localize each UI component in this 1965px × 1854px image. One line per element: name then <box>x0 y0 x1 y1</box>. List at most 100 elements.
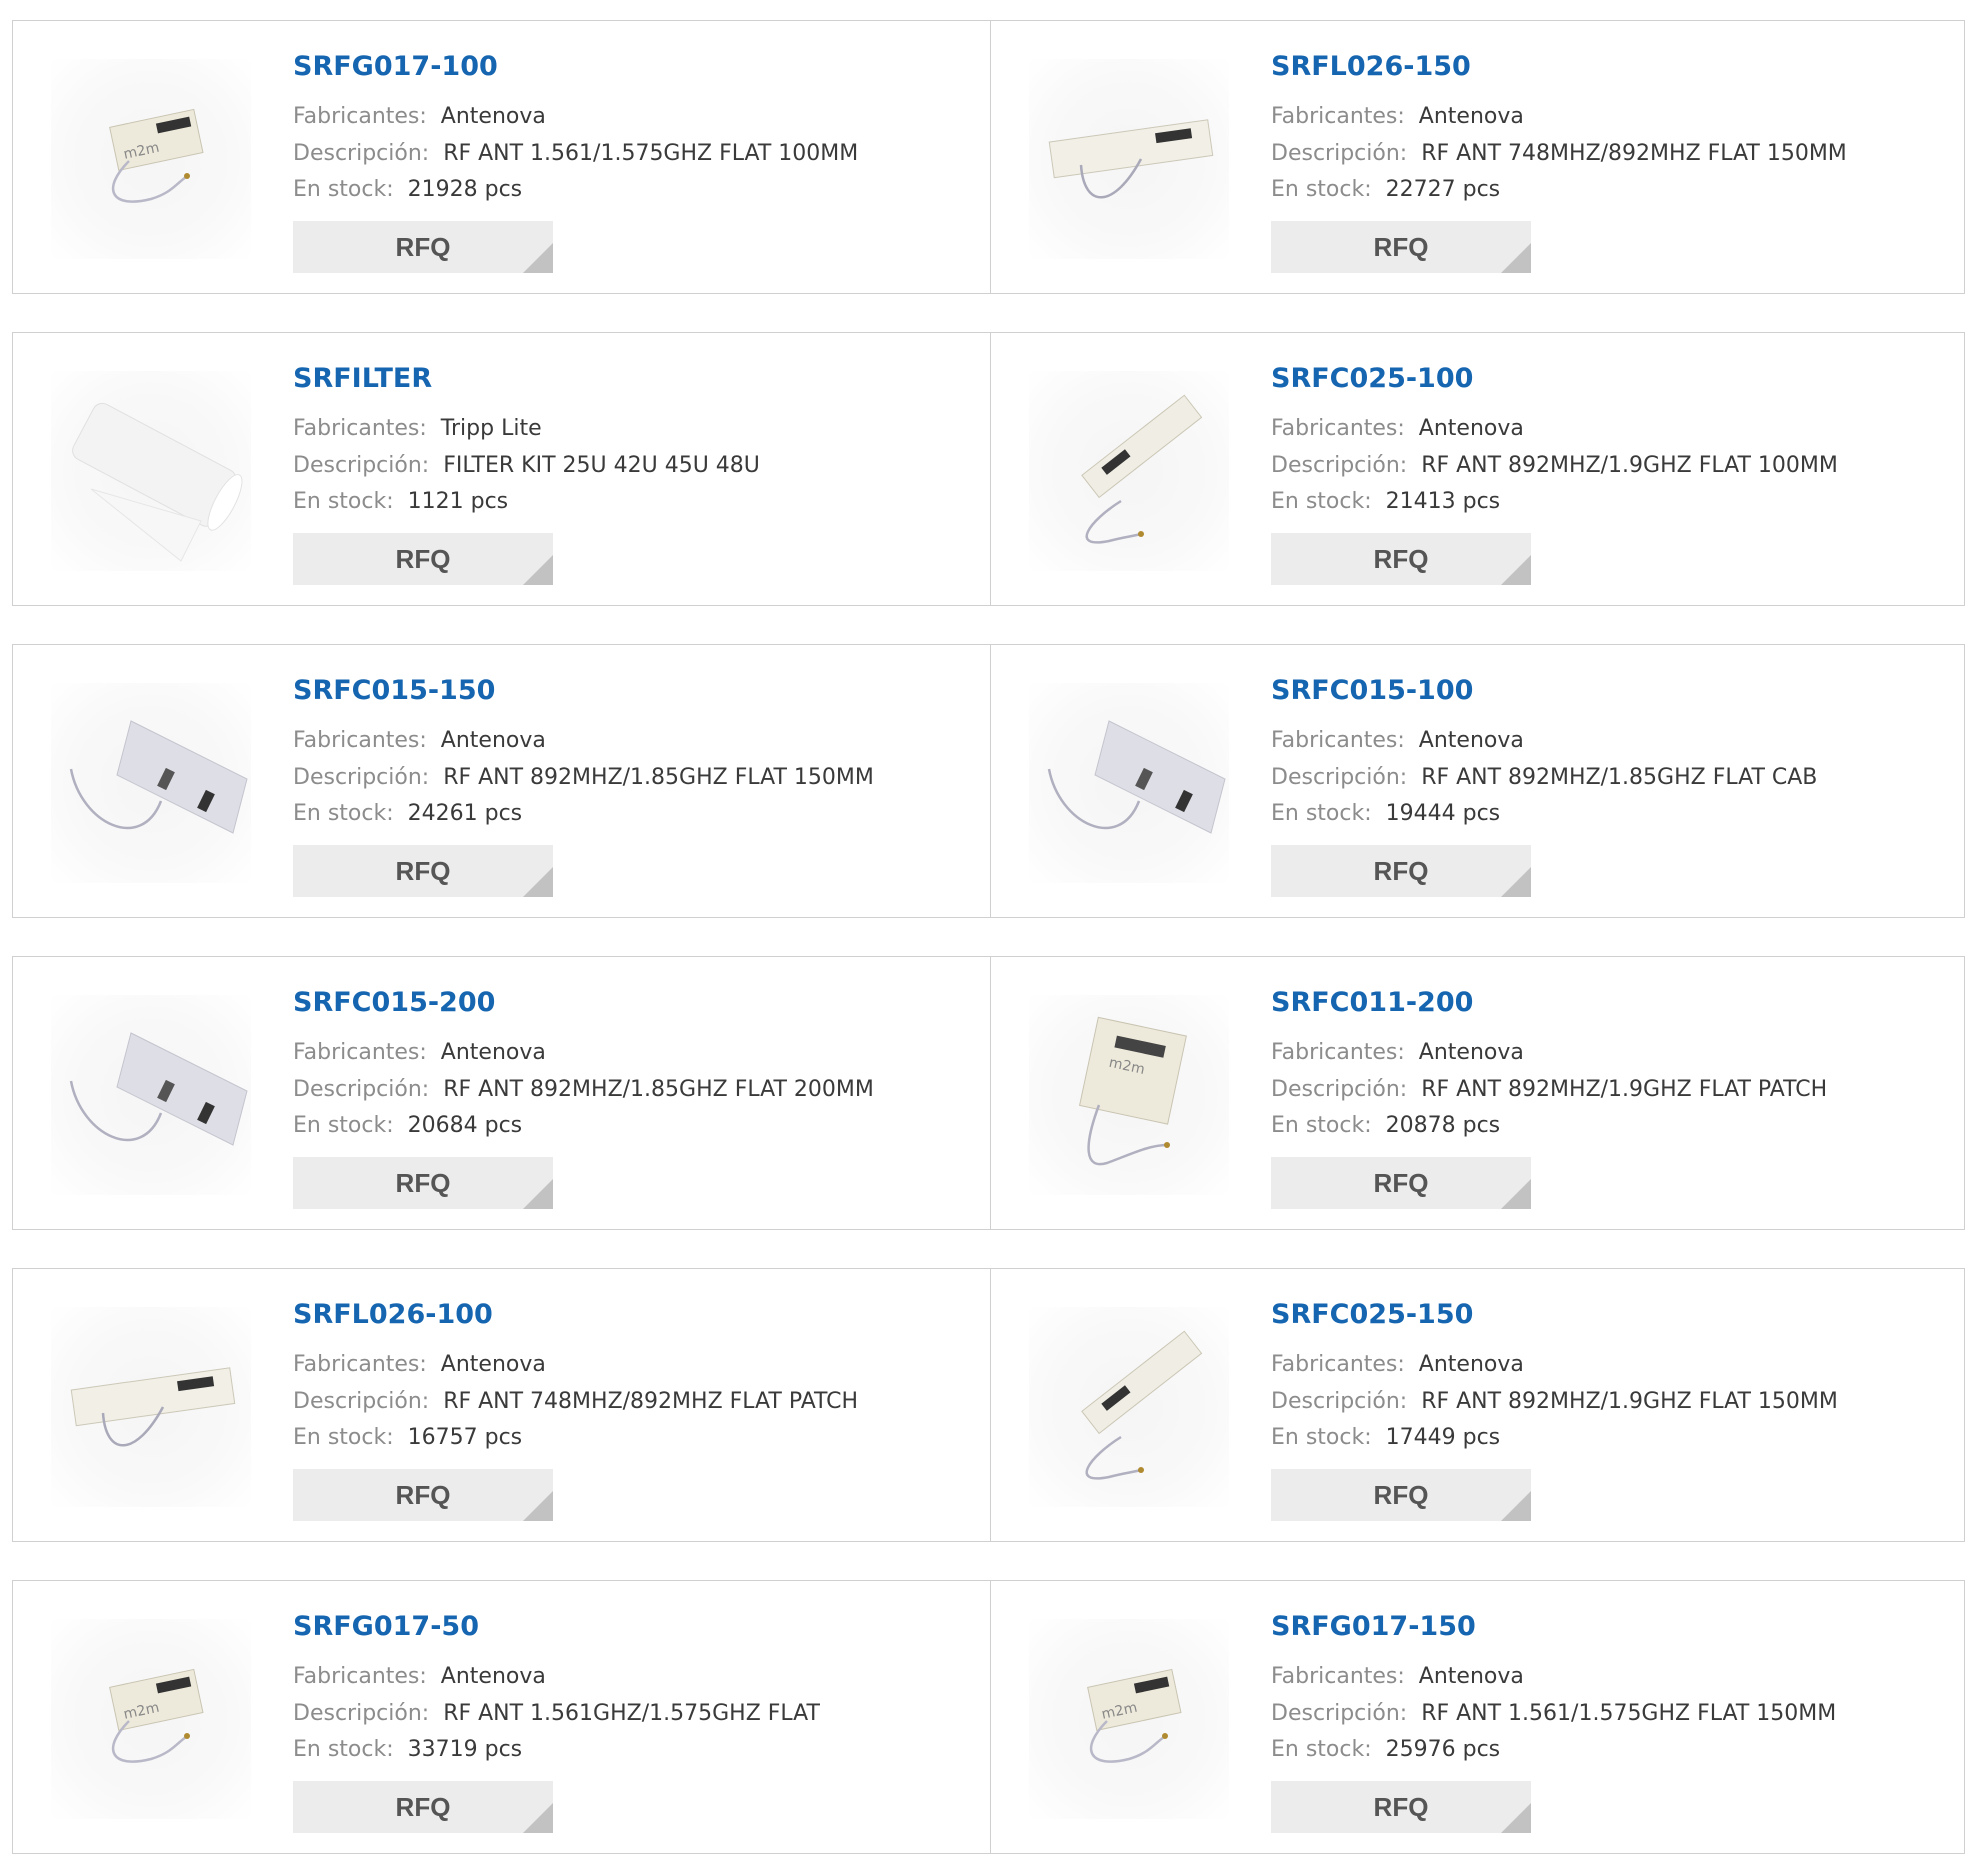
product-title-link[interactable]: SRFC015-200 <box>293 987 495 1018</box>
product-image[interactable] <box>1029 1307 1229 1507</box>
product-image[interactable] <box>1029 59 1229 259</box>
rfq-button[interactable]: RFQ <box>293 533 553 585</box>
product-image[interactable]: m2m <box>1029 995 1229 1195</box>
description-value: RF ANT 748MHZ/892MHZ FLAT 150MM <box>1421 141 1847 166</box>
stock-value: 25976 pcs <box>1385 1737 1501 1762</box>
manufacturer-value: Antenova <box>440 728 546 753</box>
description-line: Descripción: RF ANT 892MHZ/1.85GHZ FLAT 1… <box>293 764 874 792</box>
description-label: Descripción: <box>293 1389 430 1414</box>
product-card: SRFC025-150 Fabricantes: Antenova Descrip… <box>990 1268 1965 1542</box>
description-value: RF ANT 892MHZ/1.9GHZ FLAT 100MM <box>1421 453 1838 478</box>
product-row: m2m SRFG017-50 Fabricantes: Antenova Desc… <box>12 1580 1965 1854</box>
manufacturer-value: Antenova <box>1418 104 1524 129</box>
rfq-label: RFQ <box>1373 544 1429 574</box>
manufacturer-line: Fabricantes: Antenova <box>1271 1039 1524 1067</box>
rfq-label: RFQ <box>1373 232 1429 262</box>
stock-line: En stock: 20878 pcs <box>1271 1112 1500 1140</box>
corner-triangle-icon <box>523 243 553 273</box>
rfq-label: RFQ <box>395 1480 451 1510</box>
rfq-button[interactable]: RFQ <box>1271 221 1531 273</box>
antenna-icon: m2m <box>1087 1668 1182 1763</box>
product-image[interactable] <box>51 371 251 571</box>
description-line: Descripción: RF ANT 892MHZ/1.85GHZ FLAT 2… <box>293 1076 874 1104</box>
product-image[interactable] <box>1029 371 1229 571</box>
product-title-link[interactable]: SRFC015-150 <box>293 675 495 706</box>
product-title-link[interactable]: SRFL026-100 <box>293 1299 493 1330</box>
corner-triangle-icon <box>523 555 553 585</box>
product-row: SRFC015-200 Fabricantes: Antenova Descrip… <box>12 956 1965 1230</box>
product-card: m2m SRFG017-50 Fabricantes: Antenova Desc… <box>12 1580 991 1854</box>
rfq-label: RFQ <box>1373 856 1429 886</box>
product-title-link[interactable]: SRFG017-100 <box>293 51 498 82</box>
description-line: Descripción: RF ANT 892MHZ/1.9GHZ FLAT 15… <box>1271 1388 1838 1416</box>
rfq-button[interactable]: RFQ <box>293 1781 553 1833</box>
rfq-button[interactable]: RFQ <box>1271 1157 1531 1209</box>
rfq-button[interactable]: RFQ <box>1271 845 1531 897</box>
description-value: RF ANT 1.561/1.575GHZ FLAT 100MM <box>443 141 859 166</box>
rfq-button[interactable]: RFQ <box>293 1469 553 1521</box>
rfq-button[interactable]: RFQ <box>1271 1469 1531 1521</box>
rfq-button[interactable]: RFQ <box>1271 533 1531 585</box>
rfq-button[interactable]: RFQ <box>293 845 553 897</box>
product-card: SRFC015-150 Fabricantes: Antenova Descrip… <box>12 644 991 918</box>
rfq-button[interactable]: RFQ <box>293 221 553 273</box>
product-image[interactable] <box>51 683 251 883</box>
rfq-button[interactable]: RFQ <box>293 1157 553 1209</box>
product-card: SRFC015-200 Fabricantes: Antenova Descrip… <box>12 956 991 1230</box>
manufacturer-label: Fabricantes: <box>293 104 427 129</box>
description-line: Descripción: RF ANT 748MHZ/892MHZ FLAT 15… <box>1271 140 1847 168</box>
product-image[interactable] <box>1029 683 1229 883</box>
product-title-link[interactable]: SRFC015-100 <box>1271 675 1473 706</box>
product-title-link[interactable]: SRFL026-150 <box>1271 51 1471 82</box>
stock-label: En stock: <box>1271 801 1372 826</box>
stock-label: En stock: <box>1271 177 1372 202</box>
product-row: SRFILTER Fabricantes: Tripp Lite Descripc… <box>12 332 1965 606</box>
stock-label: En stock: <box>1271 1737 1372 1762</box>
stock-value: 20684 pcs <box>407 1113 523 1138</box>
description-value: RF ANT 892MHZ/1.85GHZ FLAT CAB <box>1421 765 1818 790</box>
product-image[interactable]: m2m <box>51 1619 251 1819</box>
stock-value: 20878 pcs <box>1385 1113 1501 1138</box>
stock-value: 1121 pcs <box>407 489 509 514</box>
antenna-icon <box>69 720 248 834</box>
description-line: Descripción: RF ANT 892MHZ/1.9GHZ FLAT PA… <box>1271 1076 1827 1104</box>
description-label: Descripción: <box>293 1077 430 1102</box>
description-label: Descripción: <box>1271 1701 1408 1726</box>
product-title-link[interactable]: SRFG017-50 <box>293 1611 479 1642</box>
stock-line: En stock: 33719 pcs <box>293 1736 522 1764</box>
stock-line: En stock: 1121 pcs <box>293 488 508 516</box>
description-line: Descripción: RF ANT 892MHZ/1.9GHZ FLAT 10… <box>1271 452 1838 480</box>
filter-roll-icon <box>72 402 243 562</box>
corner-triangle-icon <box>1501 867 1531 897</box>
product-title-link[interactable]: SRFG017-150 <box>1271 1611 1476 1642</box>
description-line: Descripción: RF ANT 1.561/1.575GHZ FLAT 1… <box>1271 1700 1836 1728</box>
product-title-link[interactable]: SRFC011-200 <box>1271 987 1473 1018</box>
manufacturer-line: Fabricantes: Tripp Lite <box>293 415 542 443</box>
antenna-icon <box>1047 720 1226 834</box>
manufacturer-label: Fabricantes: <box>1271 1664 1405 1689</box>
stock-line: En stock: 20684 pcs <box>293 1112 522 1140</box>
description-label: Descripción: <box>1271 1389 1408 1414</box>
rfq-label: RFQ <box>1373 1792 1429 1822</box>
manufacturer-line: Fabricantes: Antenova <box>1271 1663 1524 1691</box>
manufacturer-label: Fabricantes: <box>293 1664 427 1689</box>
rfq-button[interactable]: RFQ <box>1271 1781 1531 1833</box>
product-title-link[interactable]: SRFC025-150 <box>1271 1299 1473 1330</box>
product-row: m2m SRFG017-100 Fabricantes: Antenova Des… <box>12 20 1965 294</box>
stock-label: En stock: <box>293 801 394 826</box>
product-image[interactable] <box>51 1307 251 1507</box>
antenna-icon: m2m <box>109 1668 204 1763</box>
product-card: m2m SRFG017-150 Fabricantes: Antenova Des… <box>990 1580 1965 1854</box>
stock-label: En stock: <box>293 1113 394 1138</box>
product-image[interactable]: m2m <box>51 59 251 259</box>
stock-value: 16757 pcs <box>407 1425 523 1450</box>
product-image[interactable] <box>51 995 251 1195</box>
manufacturer-line: Fabricantes: Antenova <box>293 103 546 131</box>
product-image[interactable]: m2m <box>1029 1619 1229 1819</box>
corner-triangle-icon <box>1501 243 1531 273</box>
description-label: Descripción: <box>1271 1077 1408 1102</box>
product-title-link[interactable]: SRFC025-100 <box>1271 363 1473 394</box>
product-title-link[interactable]: SRFILTER <box>293 363 432 394</box>
rfq-label: RFQ <box>395 856 451 886</box>
manufacturer-value: Antenova <box>1418 728 1524 753</box>
